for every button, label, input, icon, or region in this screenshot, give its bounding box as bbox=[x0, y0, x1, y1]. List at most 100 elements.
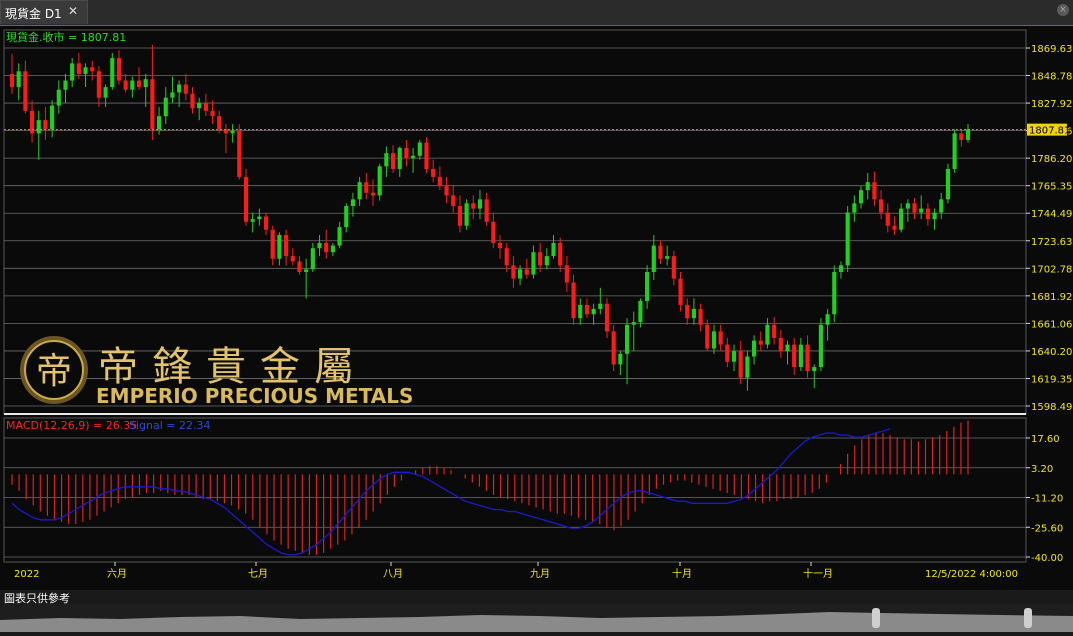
candle-body bbox=[230, 130, 235, 134]
candle-body bbox=[665, 256, 670, 259]
candle-body bbox=[397, 147, 402, 169]
price-tick-label: 1598.49 bbox=[1031, 402, 1072, 413]
chart-scrollbar[interactable] bbox=[0, 604, 1073, 632]
candle-body bbox=[43, 120, 48, 130]
candle-body bbox=[772, 324, 777, 338]
signal-line bbox=[11, 428, 891, 556]
macd-tick-label: -25.60 bbox=[1031, 523, 1063, 534]
candle-body bbox=[157, 116, 162, 130]
tab-bar: 現貨金 D1 ✕ × bbox=[0, 0, 1073, 26]
candle-body bbox=[551, 242, 556, 257]
candle-body bbox=[959, 133, 964, 140]
window-close-icon[interactable]: × bbox=[1057, 4, 1069, 16]
x-tick-label: 八月 bbox=[383, 568, 403, 580]
candle-body bbox=[357, 182, 362, 200]
price-tick-label: 1640.20 bbox=[1031, 347, 1072, 358]
candle-body bbox=[96, 71, 101, 98]
candle-body bbox=[431, 168, 436, 177]
tab-title: 現貨金 D1 bbox=[5, 7, 62, 21]
candle-body bbox=[390, 153, 396, 169]
candle-body bbox=[210, 110, 215, 117]
candle-body bbox=[538, 252, 543, 266]
candle-body bbox=[83, 67, 88, 74]
candle-body bbox=[370, 192, 376, 196]
candle-body bbox=[731, 351, 737, 362]
candle-body bbox=[584, 304, 590, 315]
candle-body bbox=[116, 58, 122, 81]
candle-body bbox=[344, 205, 349, 228]
price-tick-label: 1681.92 bbox=[1031, 292, 1072, 303]
candle-body bbox=[364, 182, 369, 193]
candle-body bbox=[243, 176, 249, 222]
candle-body bbox=[578, 304, 583, 319]
price-title: 現貨金.收市 = 1807.81 bbox=[6, 30, 126, 44]
candle-body bbox=[237, 130, 242, 177]
candle-body bbox=[504, 248, 509, 266]
candle-body bbox=[304, 269, 309, 272]
candle-body bbox=[858, 190, 864, 204]
candle-body bbox=[678, 278, 683, 305]
candle-body bbox=[518, 269, 523, 279]
candle-body bbox=[765, 324, 770, 345]
chart-area[interactable]: 1869.631848.781827.921807.061786.201765.… bbox=[0, 26, 1073, 590]
candle-body bbox=[658, 245, 663, 259]
candle-body bbox=[812, 367, 817, 371]
macd-tick-label: 3.20 bbox=[1031, 464, 1053, 475]
candle-body bbox=[451, 195, 456, 206]
candle-body bbox=[250, 219, 255, 222]
candle-body bbox=[217, 116, 222, 130]
candle-body bbox=[377, 166, 382, 196]
candle-body bbox=[524, 269, 529, 275]
candle-body bbox=[892, 225, 897, 230]
candle-body bbox=[711, 331, 717, 349]
candle-body bbox=[136, 80, 142, 88]
candle-body bbox=[738, 351, 743, 378]
price-tick-label: 1661.06 bbox=[1031, 319, 1072, 330]
svg-text:帝: 帝 bbox=[36, 351, 72, 392]
candle-body bbox=[952, 133, 957, 169]
candle-body bbox=[638, 301, 643, 323]
candle-body bbox=[150, 79, 155, 130]
candle-body bbox=[56, 89, 61, 106]
candle-body bbox=[925, 208, 930, 220]
candle-body bbox=[497, 242, 503, 249]
candle-body bbox=[297, 261, 302, 272]
candle-body bbox=[76, 63, 81, 74]
candle-body bbox=[879, 199, 884, 213]
candle-body bbox=[598, 303, 603, 309]
candle-body bbox=[350, 199, 356, 206]
candle-body bbox=[183, 84, 188, 94]
candle-body bbox=[9, 73, 15, 88]
candle-body bbox=[805, 344, 810, 371]
x-tick-label: 十一月 bbox=[803, 567, 833, 580]
candle-body bbox=[70, 63, 75, 81]
candle-body bbox=[284, 235, 289, 257]
candle-body bbox=[798, 344, 803, 368]
candle-body bbox=[544, 256, 549, 266]
price-tick-label: 1744.49 bbox=[1031, 209, 1072, 220]
candle-body bbox=[872, 182, 877, 200]
candle-body bbox=[444, 186, 449, 196]
candle-body bbox=[899, 208, 904, 230]
candle-body bbox=[511, 265, 516, 279]
candle-body bbox=[671, 256, 676, 279]
candle-body bbox=[745, 356, 750, 378]
candle-body bbox=[852, 203, 857, 213]
candle-body bbox=[36, 120, 41, 134]
candle-body bbox=[163, 97, 168, 117]
candle-body bbox=[705, 324, 710, 349]
candle-body bbox=[838, 265, 844, 272]
price-tick-label: 1869.63 bbox=[1031, 44, 1072, 55]
tab-chart[interactable]: 現貨金 D1 ✕ bbox=[0, 0, 88, 24]
candle-body bbox=[624, 324, 630, 354]
candle-body bbox=[698, 308, 703, 325]
emperio-logo: 帝 帝鋒貴金屬 EMPERIO PRECIOUS METALS bbox=[20, 336, 413, 408]
candle-body bbox=[571, 282, 576, 319]
close-icon[interactable]: ✕ bbox=[68, 4, 78, 18]
candle-body bbox=[277, 235, 282, 259]
x-tick-label: 六月 bbox=[107, 568, 127, 580]
candle-body bbox=[832, 271, 837, 315]
scrollbar-right-handle[interactable] bbox=[1024, 608, 1032, 628]
price-tick-label: 1827.92 bbox=[1031, 99, 1072, 110]
scrollbar-left-handle[interactable] bbox=[872, 608, 880, 628]
